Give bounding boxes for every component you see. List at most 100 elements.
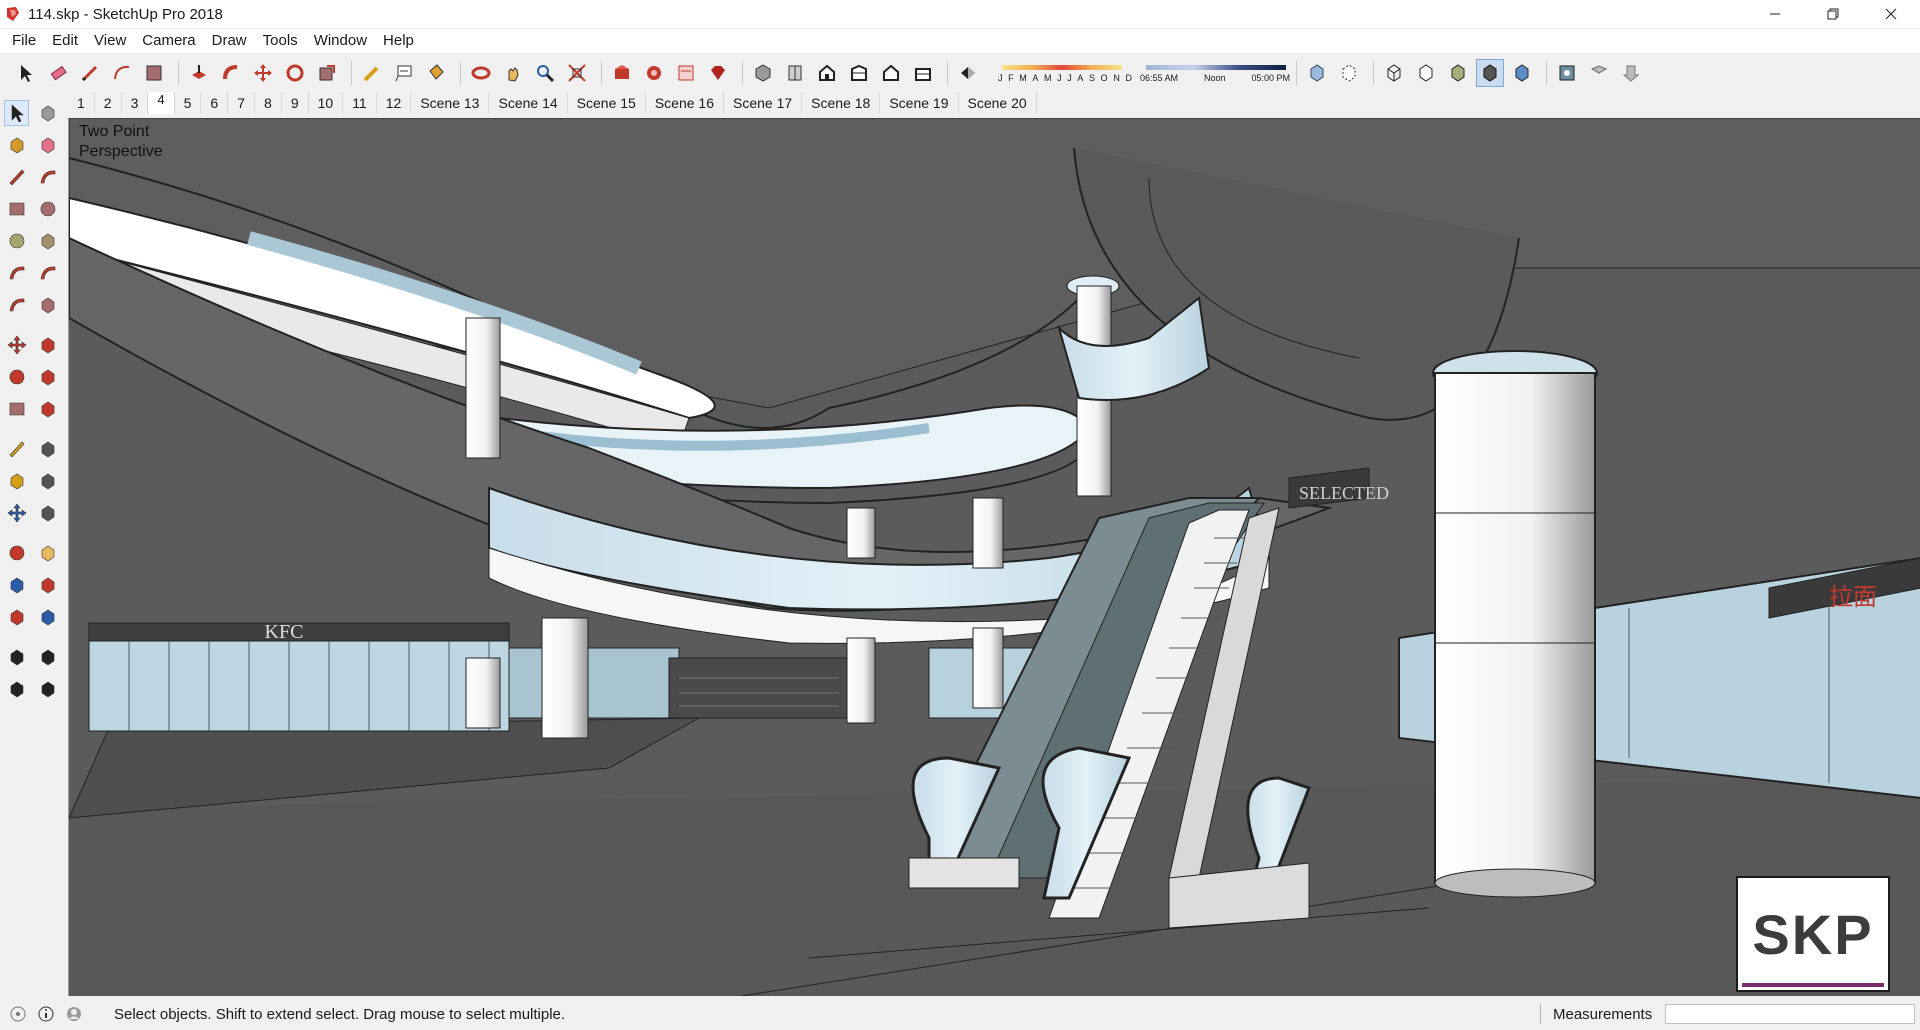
- rotated-rectangle-tool-button[interactable]: [35, 196, 60, 222]
- scene-tab-4[interactable]: 4: [148, 92, 175, 114]
- sign-in-button[interactable]: [64, 1004, 84, 1024]
- arc-tool-button[interactable]: [108, 59, 136, 87]
- menu-window[interactable]: Window: [306, 29, 375, 53]
- rectangle-tool-button[interactable]: [4, 196, 29, 222]
- text-tool-button[interactable]: [390, 59, 418, 87]
- menu-file[interactable]: File: [4, 29, 44, 53]
- protractor-tool-button[interactable]: [4, 468, 29, 494]
- scene-tab-scene-14[interactable]: Scene 14: [489, 92, 568, 114]
- model-viewport[interactable]: Two Point Perspective KFC 拉面 SELECTED SK…: [68, 118, 1920, 996]
- top-view-button[interactable]: [781, 59, 809, 87]
- two-point-arc-tool-button[interactable]: [35, 260, 60, 286]
- pencil-tool-button[interactable]: [76, 59, 104, 87]
- polygon-tool-button[interactable]: [35, 228, 60, 254]
- circle-tool-button[interactable]: [4, 228, 29, 254]
- scene-tab-6[interactable]: 6: [201, 92, 229, 114]
- eraser-tool-button[interactable]: [35, 132, 60, 158]
- section-plane-button[interactable]: [1553, 59, 1581, 87]
- rotate-tool-button[interactable]: [281, 59, 309, 87]
- section-plane-tool-button[interactable]: [35, 676, 60, 702]
- menu-tools[interactable]: Tools: [255, 29, 306, 53]
- zoom-tool-button[interactable]: [531, 59, 559, 87]
- zoom-tool-button[interactable]: [4, 572, 29, 598]
- scene-tab-3[interactable]: 3: [121, 92, 149, 114]
- scale-tool-button[interactable]: [313, 59, 341, 87]
- back-edges-button[interactable]: [1335, 59, 1363, 87]
- zoom-extents-tool-button[interactable]: [563, 59, 591, 87]
- shadow-date-slider[interactable]: JFMAMJJASOND: [992, 58, 1132, 88]
- credits-button[interactable]: [36, 1004, 56, 1024]
- paint-bucket-tool-button[interactable]: [4, 132, 29, 158]
- dimension-tool-button[interactable]: [35, 436, 60, 462]
- wireframe-button[interactable]: [1380, 59, 1408, 87]
- left-view-button[interactable]: [909, 59, 937, 87]
- pan-tool-button[interactable]: [499, 59, 527, 87]
- scene-tab-5[interactable]: 5: [174, 92, 202, 114]
- 3d-warehouse-button[interactable]: [608, 59, 636, 87]
- zoom-extents-tool-button[interactable]: [4, 604, 29, 630]
- section-display-button[interactable]: [1617, 59, 1645, 87]
- scene-tab-7[interactable]: 7: [228, 92, 256, 114]
- extension-manager-button[interactable]: [704, 59, 732, 87]
- move-tool-button[interactable]: [4, 332, 29, 358]
- freehand-tool-button[interactable]: [35, 164, 60, 190]
- select-tool-button[interactable]: [12, 59, 40, 87]
- orbit-tool-button[interactable]: [4, 540, 29, 566]
- look-around-tool-button[interactable]: [35, 644, 60, 670]
- push-pull-tool-button[interactable]: [35, 332, 60, 358]
- right-view-button[interactable]: [845, 59, 873, 87]
- arc-tool-button[interactable]: [4, 260, 29, 286]
- scene-tab-1[interactable]: 1: [68, 92, 95, 114]
- scene-tab-scene-13[interactable]: Scene 13: [411, 92, 490, 114]
- scene-tab-8[interactable]: 8: [255, 92, 282, 114]
- move-tool-button[interactable]: [249, 59, 277, 87]
- scene-tab-scene-18[interactable]: Scene 18: [802, 92, 881, 114]
- scene-tab-scene-15[interactable]: Scene 15: [567, 92, 646, 114]
- send-to-layout-button[interactable]: [672, 59, 700, 87]
- line-tool-button[interactable]: [4, 164, 29, 190]
- walk-tool-button[interactable]: [4, 676, 29, 702]
- axes-tool-button[interactable]: [4, 500, 29, 526]
- scene-tab-11[interactable]: 11: [343, 92, 377, 114]
- scene-tab-scene-17[interactable]: Scene 17: [724, 92, 803, 114]
- select-arrow-tool-button[interactable]: [4, 100, 30, 126]
- hidden-line-button[interactable]: [1412, 59, 1440, 87]
- eraser-tool-button[interactable]: [44, 59, 72, 87]
- orbit-tool-button[interactable]: [467, 59, 495, 87]
- rectangle-tool-button[interactable]: [140, 59, 168, 87]
- monochrome-button[interactable]: [1508, 59, 1536, 87]
- three-point-arc-tool-button[interactable]: [4, 292, 29, 318]
- menu-camera[interactable]: Camera: [134, 29, 203, 53]
- iso-view-button[interactable]: [749, 59, 777, 87]
- scene-tab-2[interactable]: 2: [94, 92, 122, 114]
- menu-draw[interactable]: Draw: [204, 29, 255, 53]
- scene-tab-10[interactable]: 10: [308, 92, 344, 114]
- restore-button[interactable]: [1804, 0, 1862, 28]
- close-button[interactable]: [1862, 0, 1920, 28]
- shadow-time-slider[interactable]: 06:55 AM Noon 05:00 PM: [1140, 58, 1290, 88]
- position-camera-tool-button[interactable]: [4, 644, 29, 670]
- rotate-tool-button[interactable]: [4, 364, 29, 390]
- back-view-button[interactable]: [877, 59, 905, 87]
- offset-tool-button[interactable]: [35, 396, 60, 422]
- measurements-input[interactable]: [1665, 1004, 1915, 1024]
- xray-button[interactable]: [1303, 59, 1331, 87]
- minimize-button[interactable]: [1746, 0, 1804, 28]
- scene-tab-scene-19[interactable]: Scene 19: [880, 92, 959, 114]
- shaded-button[interactable]: [1444, 59, 1472, 87]
- extension-warehouse-button[interactable]: [640, 59, 668, 87]
- section-cut-button[interactable]: [1585, 59, 1613, 87]
- pie-tool-button[interactable]: [35, 292, 60, 318]
- component-tool-button[interactable]: [35, 100, 60, 126]
- 3d-text-tool-button[interactable]: [35, 500, 60, 526]
- menu-view[interactable]: View: [86, 29, 134, 53]
- scene-tab-scene-16[interactable]: Scene 16: [645, 92, 724, 114]
- scene-tab-9[interactable]: 9: [281, 92, 309, 114]
- follow-me-tool-button[interactable]: [35, 364, 60, 390]
- scene-tab-12[interactable]: 12: [376, 92, 412, 114]
- scene-tab-scene-20[interactable]: Scene 20: [958, 92, 1037, 114]
- text-tool-button[interactable]: [35, 468, 60, 494]
- menu-edit[interactable]: Edit: [44, 29, 86, 53]
- paint-bucket-tool-button[interactable]: [422, 59, 450, 87]
- previous-view-tool-button[interactable]: [35, 604, 60, 630]
